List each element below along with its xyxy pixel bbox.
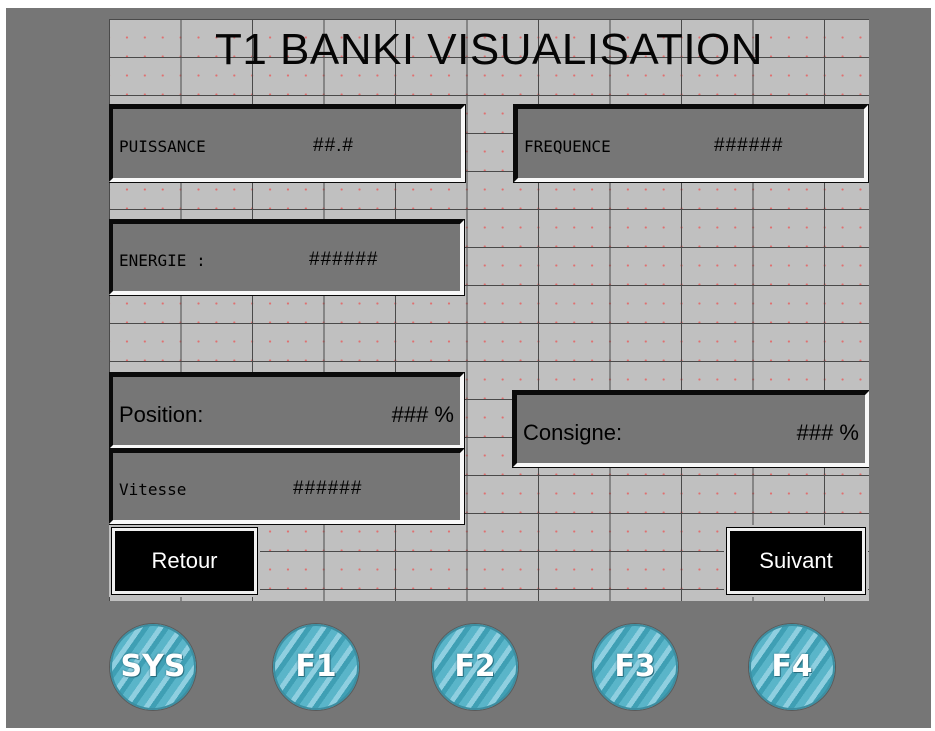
energie-label: ENERGIE : xyxy=(119,251,206,270)
hmi-screen: T1 BANKI VISUALISATION PUISSANCE ##.# FR… xyxy=(109,19,869,601)
puissance-value: ##.# xyxy=(313,135,354,156)
sys-key[interactable]: SYS xyxy=(110,624,196,710)
energie-value: ###### xyxy=(309,249,379,270)
energie-display: ENERGIE : ###### xyxy=(109,220,464,295)
vitesse-value: ###### xyxy=(293,478,363,499)
f2-key[interactable]: F2 xyxy=(432,624,518,710)
consigne-label: Consigne: xyxy=(523,420,623,445)
consigne-display: Consigne: ### % xyxy=(513,391,869,467)
frequence-value: ###### xyxy=(714,135,784,156)
position-value: ### % xyxy=(391,402,454,427)
f1-key[interactable]: F1 xyxy=(273,624,359,710)
position-label: Position: xyxy=(119,402,204,427)
position-display: Position: ### % xyxy=(109,373,464,449)
frequence-label: FREQUENCE xyxy=(524,137,611,156)
f3-key[interactable]: F3 xyxy=(592,624,678,710)
frequence-display: FREQUENCE ###### xyxy=(514,105,868,182)
vitesse-display: Vitesse ###### xyxy=(109,449,464,524)
vitesse-label: Vitesse xyxy=(119,480,187,499)
retour-button[interactable]: Retour xyxy=(112,528,257,594)
page-title: T1 BANKI VISUALISATION xyxy=(214,25,764,74)
suivant-button[interactable]: Suivant xyxy=(727,528,865,594)
hmi-panel: T1 BANKI VISUALISATION PUISSANCE ##.# FR… xyxy=(6,8,931,728)
puissance-display: PUISSANCE ##.# xyxy=(109,105,465,182)
consigne-value: ### % xyxy=(796,420,859,445)
puissance-label: PUISSANCE xyxy=(119,137,206,156)
f4-key[interactable]: F4 xyxy=(749,624,835,710)
